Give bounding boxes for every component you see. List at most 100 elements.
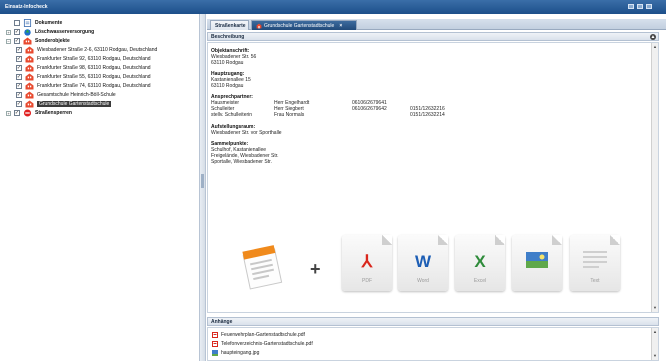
- pdf-export-button[interactable]: ⅄ PDF: [342, 235, 392, 291]
- tab-close-icon[interactable]: ×: [339, 23, 342, 29]
- description-scrollbar[interactable]: ▲ ▼: [651, 43, 658, 312]
- assembly-line-1: Wiesbadener Str. vor Sporthalle: [211, 130, 282, 136]
- building-icon: [25, 73, 34, 81]
- tree-item[interactable]: ✓ Frankfurter Straße 74, 63110 Rodgau, De…: [16, 82, 151, 90]
- tree-item[interactable]: Dokumente: [6, 19, 62, 27]
- tree-item[interactable]: ✓ Frankfurter Straße 55, 63110 Rodgau, De…: [16, 73, 151, 81]
- page-fold: [438, 235, 448, 245]
- object-address-line-2: 63110 Rodgau: [211, 60, 244, 66]
- tree-item[interactable]: ✓ Wiesbadener Straße 2-6, 63110 Rodgau, D…: [16, 46, 157, 54]
- contact-phone: 06106/2679642: [352, 106, 387, 112]
- word-label: Word: [417, 278, 429, 284]
- collection-line-3: Sportalle, Wiesbadener Str.: [211, 159, 272, 165]
- window-titlebar: Einsatz-Infocheck: [0, 0, 666, 14]
- building-icon: [25, 46, 34, 54]
- building-icon: [25, 55, 34, 63]
- tree-item[interactable]: + ✓ Straßensperren: [6, 109, 72, 117]
- building-icon: [256, 23, 262, 28]
- layer-tree: Dokumente + ✓ Löschwasserversorgung − ✓ Sonder…: [0, 14, 200, 361]
- attachment-item[interactable]: Telefonverzeichnis-Gartenstadtschule.pdf: [212, 340, 313, 347]
- building-icon: [25, 64, 34, 72]
- tree-item-label: Straßensperren: [35, 110, 72, 116]
- tree-item[interactable]: ✓ Frankfurter Straße 92, 63110 Rodgau, De…: [16, 55, 151, 63]
- attachments-scrollbar[interactable]: ▲ ▼: [651, 328, 658, 360]
- description-header-label: Beschreibung: [211, 34, 245, 40]
- scroll-up-icon[interactable]: ▲: [652, 329, 658, 335]
- tree-item[interactable]: − ✓ Sonderobjekte: [6, 37, 70, 45]
- tree-item[interactable]: ✓ Gesamtschule Heinrich-Böll-Schule: [16, 91, 116, 99]
- page-fold: [552, 235, 562, 245]
- tree-item-label: Frankfurter Straße 92, 63110 Rodgau, Deu…: [37, 56, 151, 62]
- visibility-checkbox[interactable]: ✓: [14, 38, 20, 44]
- excel-icon: X: [474, 252, 486, 271]
- roadblock-icon: [23, 109, 32, 117]
- visibility-checkbox[interactable]: ✓: [16, 65, 22, 71]
- image-icon: [212, 349, 218, 356]
- tree-item-label: Frankfurter Straße 98, 63110 Rodgau, Deu…: [37, 65, 151, 71]
- tab-object[interactable]: Grundschule Gartenstadtschule ×: [251, 20, 357, 30]
- word-export-button[interactable]: W Word: [398, 235, 448, 291]
- scroll-down-icon[interactable]: ▼: [652, 305, 658, 311]
- pdf-label: PDF: [362, 278, 372, 284]
- attachments-header-label: Anhänge: [211, 319, 233, 325]
- word-icon: W: [414, 252, 432, 271]
- excel-export-button[interactable]: X Excel: [455, 235, 505, 291]
- scroll-up-icon[interactable]: ▲: [652, 44, 658, 50]
- document-icon: [23, 19, 32, 27]
- notes-document-icon[interactable]: [240, 244, 284, 290]
- contact-mobile: 0151/12632214: [410, 112, 445, 118]
- collapse-icon[interactable]: −: [6, 38, 11, 44]
- building-icon: [25, 100, 34, 108]
- page-fold: [610, 235, 620, 245]
- visibility-checkbox[interactable]: ✓: [16, 47, 22, 53]
- collapse-icon[interactable]: ▲: [650, 34, 656, 40]
- window-title: Einsatz-Infocheck: [5, 4, 48, 10]
- image-export-button[interactable]: [512, 235, 562, 291]
- visibility-checkbox[interactable]: ✓: [16, 101, 22, 107]
- text-export-button[interactable]: Text: [570, 235, 620, 291]
- close-icon[interactable]: [646, 4, 652, 9]
- tab-map-label: Straßenkarte: [215, 23, 246, 29]
- scroll-down-icon[interactable]: ▼: [652, 353, 658, 359]
- tab-object-label: Grundschule Gartenstadtschule: [264, 22, 335, 29]
- main-entrance-line-2: 63110 Rodgau: [211, 83, 244, 89]
- text-label: Text: [590, 278, 600, 284]
- plus-icon: +: [310, 259, 321, 279]
- splitter-grip[interactable]: [201, 174, 204, 188]
- visibility-checkbox[interactable]: ✓: [14, 110, 20, 116]
- visibility-checkbox[interactable]: [14, 20, 20, 26]
- visibility-checkbox[interactable]: ✓: [16, 56, 22, 62]
- attachment-name: haupteingang.jpg: [221, 349, 260, 356]
- tree-item-label: Frankfurter Straße 74, 63110 Rodgau, Deu…: [37, 83, 151, 89]
- attachment-item[interactable]: haupteingang.jpg: [212, 349, 259, 356]
- pdf-icon: [212, 340, 218, 347]
- description-header: Beschreibung ▲: [207, 32, 659, 41]
- tree-item-label: Sonderobjekte: [35, 38, 70, 44]
- tab-map[interactable]: Straßenkarte: [210, 20, 249, 30]
- text-file-icon: [583, 251, 607, 268]
- visibility-checkbox[interactable]: ✓: [16, 92, 22, 98]
- tree-item-label: Gesamtschule Heinrich-Böll-Schule: [37, 92, 116, 98]
- visibility-checkbox[interactable]: ✓: [14, 29, 20, 35]
- tree-item[interactable]: ✓ Grundschule Gartenstadtschule: [16, 100, 112, 108]
- image-icon: [526, 252, 548, 268]
- page-fold: [382, 235, 392, 245]
- visibility-checkbox[interactable]: ✓: [16, 74, 22, 80]
- panel-splitter[interactable]: [200, 14, 206, 361]
- tree-item-label: Löschwasserversorgung: [35, 29, 95, 35]
- tree-item-label: Dokumente: [35, 20, 63, 26]
- tree-item[interactable]: + ✓ Löschwasserversorgung: [6, 28, 94, 36]
- pdf-icon: ⅄: [361, 252, 373, 271]
- attachments-panel: Feuerwehrplan-Gartenstadtschule.pdf Tele…: [207, 327, 659, 361]
- attachment-item[interactable]: Feuerwehrplan-Gartenstadtschule.pdf: [212, 331, 305, 338]
- excel-label: Excel: [473, 278, 487, 284]
- expand-icon[interactable]: +: [6, 29, 11, 35]
- pdf-icon: [212, 331, 218, 338]
- tree-item-label: Frankfurter Straße 55, 63110 Rodgau, Deu…: [37, 74, 151, 80]
- visibility-checkbox[interactable]: ✓: [16, 83, 22, 89]
- minimize-icon[interactable]: [628, 4, 634, 9]
- contact-role: stellv. Schulleiterin: [211, 112, 253, 118]
- tree-item[interactable]: ✓ Frankfurter Straße 98, 63110 Rodgau, De…: [16, 64, 151, 72]
- expand-icon[interactable]: +: [6, 110, 11, 116]
- maximize-icon[interactable]: [637, 4, 643, 9]
